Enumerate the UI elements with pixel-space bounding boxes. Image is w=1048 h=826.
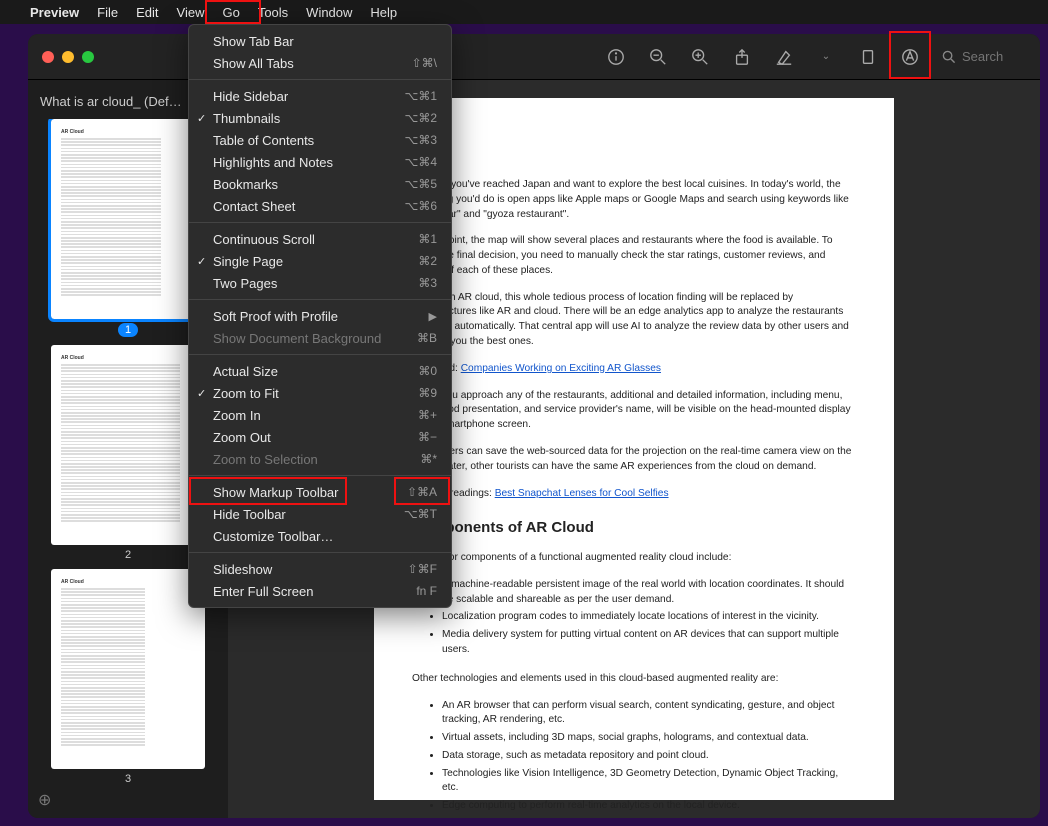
heading-components: Components of AR Cloud — [412, 517, 856, 539]
zoom-in-icon[interactable] — [690, 47, 710, 67]
menu-item-continuous-scroll[interactable]: Continuous Scroll⌘1 — [189, 228, 451, 250]
list: An AR browser that can perform visual se… — [442, 699, 856, 814]
menu-window[interactable]: Window — [306, 5, 352, 20]
menu-go[interactable]: Go — [222, 5, 239, 20]
thumbnail-number: 1 — [118, 323, 138, 337]
view-dropdown: Show Tab BarShow All Tabs⇧⌘\ Hide Sidebar… — [188, 24, 452, 608]
titlebar: ion).pdf ⌄ — [28, 34, 1040, 80]
list-item: Media delivery system for putting virtua… — [442, 628, 856, 658]
app-name[interactable]: Preview — [30, 5, 79, 20]
close-icon[interactable] — [42, 51, 54, 63]
paragraph: At this point, the map will show several… — [412, 234, 856, 278]
menu-item-show-all-tabs[interactable]: Show All Tabs⇧⌘\ — [189, 52, 451, 74]
paragraph: Imagine you've reached Japan and want to… — [412, 178, 856, 222]
menu-item-two-pages[interactable]: Two Pages⌘3 — [189, 272, 451, 294]
chevron-down-icon[interactable]: ⌄ — [816, 47, 836, 67]
list-item: Edge computing to perform real-time anal… — [442, 799, 856, 814]
menu-edit[interactable]: Edit — [136, 5, 158, 20]
menubar: Preview File Edit View Go Tools Window H… — [0, 0, 1048, 24]
paragraph: Related readings: Best Snapchat Lenses f… — [412, 487, 856, 502]
search-field[interactable] — [942, 49, 1022, 64]
menu-item-table-of-contents[interactable]: Table of Contents⌥⌘3 — [189, 129, 451, 151]
share-icon[interactable] — [732, 47, 752, 67]
menu-item-slideshow[interactable]: Slideshow⇧⌘F — [189, 558, 451, 580]
list-item: An AR browser that can perform visual se… — [442, 699, 856, 729]
menu-item-highlights-and-notes[interactable]: Highlights and Notes⌥⌘4 — [189, 151, 451, 173]
highlight-icon[interactable] — [774, 47, 794, 67]
paragraph: Also read: Companies Working on Exciting… — [412, 362, 856, 377]
add-page-icon[interactable]: ⊕ — [38, 790, 51, 810]
menu-file[interactable]: File — [97, 5, 118, 20]
menu-item-enter-full-screen[interactable]: Enter Full Screenfn F — [189, 580, 451, 602]
pdf-page: Imagine you've reached Japan and want to… — [374, 98, 894, 800]
list-item: Localization program codes to immediatel… — [442, 610, 856, 625]
menu-item-thumbnails[interactable]: ✓Thumbnails⌥⌘2 — [189, 107, 451, 129]
paragraph: Other technologies and elements used in … — [412, 672, 856, 687]
paragraph: When you approach any of the restaurants… — [412, 389, 856, 433]
menu-item-zoom-in[interactable]: Zoom In⌘+ — [189, 404, 451, 426]
menu-item-zoom-out[interactable]: Zoom Out⌘− — [189, 426, 451, 448]
list-item: Data storage, such as metadata repositor… — [442, 749, 856, 764]
menu-item-show-markup-toolbar[interactable]: Show Markup Toolbar⇧⌘A — [189, 481, 451, 503]
link-ar-glasses[interactable]: Companies Working on Exciting AR Glasses — [461, 363, 661, 374]
list-item: Virtual assets, including 3D maps, socia… — [442, 731, 856, 746]
menu-item-soft-proof-with-profile[interactable]: Soft Proof with Profile▶ — [189, 305, 451, 327]
menu-item-actual-size[interactable]: Actual Size⌘0 — [189, 360, 451, 382]
menu-help[interactable]: Help — [370, 5, 397, 20]
menu-tools[interactable]: Tools — [258, 5, 288, 20]
menu-item-contact-sheet[interactable]: Contact Sheet⌥⌘6 — [189, 195, 451, 217]
menu-item-bookmarks[interactable]: Bookmarks⌥⌘5 — [189, 173, 451, 195]
rotate-icon[interactable] — [858, 47, 878, 67]
markup-icon[interactable] — [900, 47, 920, 67]
thumbnail-number: 3 — [125, 773, 131, 785]
list-item: Technologies like Vision Intelligence, 3… — [442, 767, 856, 797]
minimize-icon[interactable] — [62, 51, 74, 63]
link-snapchat-lenses[interactable]: Best Snapchat Lenses for Cool Selfies — [495, 488, 669, 499]
menu-item-zoom-to-fit[interactable]: ✓Zoom to Fit⌘9 — [189, 382, 451, 404]
toolbar: ⌄ — [588, 47, 1040, 67]
paragraph: The major components of a functional aug… — [412, 551, 856, 566]
menu-item-hide-toolbar[interactable]: Hide Toolbar⌥⌘T — [189, 503, 451, 525]
menu-item-customize-toolbar-[interactable]: Customize Toolbar… — [189, 525, 451, 547]
zoom-icon[interactable] — [82, 51, 94, 63]
paragraph: Now, with AR cloud, this whole tedious p… — [412, 291, 856, 350]
zoom-out-icon[interactable] — [648, 47, 668, 67]
menu-item-show-document-background: Show Document Background⌘B — [189, 327, 451, 349]
menu-item-zoom-to-selection: Zoom to Selection⌘* — [189, 448, 451, 470]
thumbnail-number: 2 — [125, 549, 131, 561]
list: A machine-readable persistent image of t… — [442, 578, 856, 658]
info-icon[interactable] — [606, 47, 626, 67]
menu-item-hide-sidebar[interactable]: Hide Sidebar⌥⌘1 — [189, 85, 451, 107]
paragraph: Developers can save the web-sourced data… — [412, 445, 856, 475]
list-item: A machine-readable persistent image of t… — [442, 578, 856, 608]
menu-view[interactable]: View — [177, 5, 205, 20]
menu-item-single-page[interactable]: ✓Single Page⌘2 — [189, 250, 451, 272]
preview-window: ion).pdf ⌄ What is ar cloud_ (Def… AR Cl… — [28, 34, 1040, 818]
menu-item-show-tab-bar[interactable]: Show Tab Bar — [189, 30, 451, 52]
search-input[interactable] — [962, 49, 1022, 64]
